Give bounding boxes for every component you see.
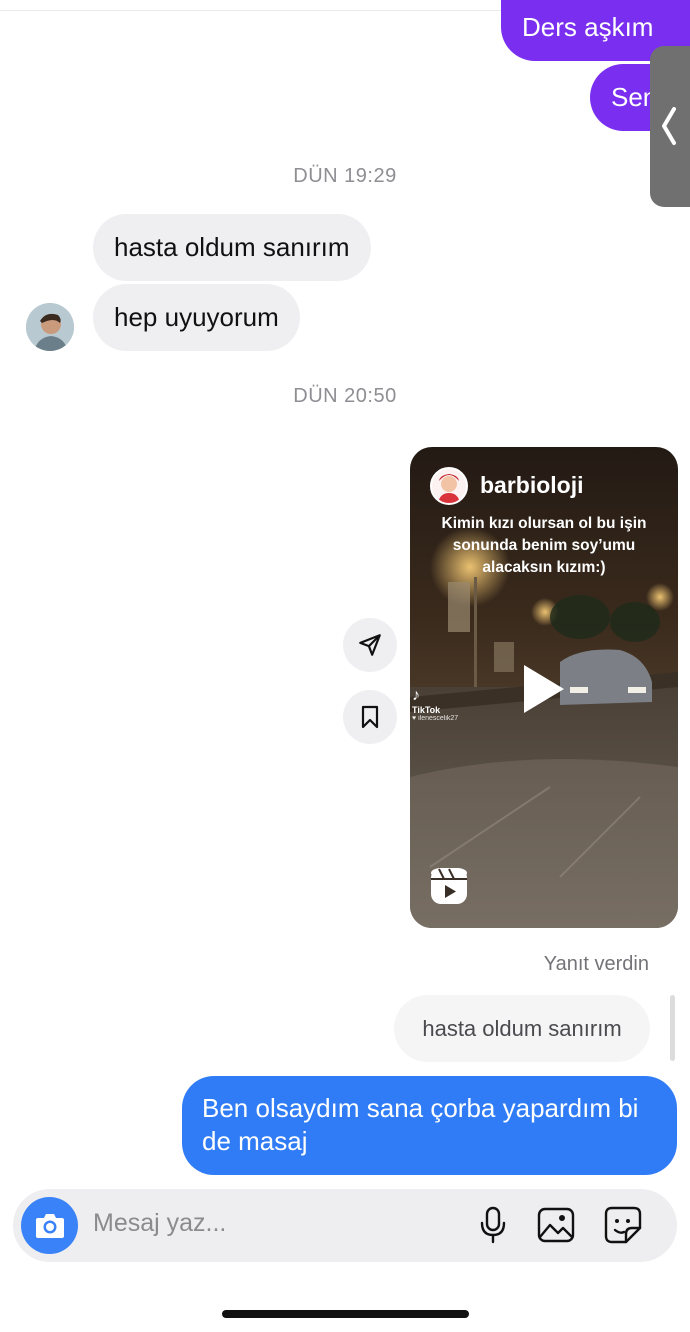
home-indicator[interactable] (222, 1310, 469, 1318)
replied-label: Yanıt verdin (543, 953, 649, 975)
incoming-message[interactable]: hasta oldum sanırım (93, 214, 371, 281)
sticker-icon (604, 1206, 642, 1244)
outgoing-reply-message[interactable]: Ben olsaydım sana çorba yapardım bi de m… (182, 1076, 677, 1175)
bookmark-icon (361, 705, 379, 729)
quote-bar (670, 995, 675, 1061)
gallery-icon (537, 1207, 575, 1243)
share-icon (359, 634, 381, 656)
reel-caption: Kimin kızı olursan ol bu işin sonunda be… (441, 515, 647, 576)
camera-button[interactable] (21, 1197, 78, 1254)
play-icon[interactable] (524, 665, 564, 713)
chevron-left-icon (662, 107, 676, 145)
microphone-button[interactable] (473, 1205, 513, 1245)
reels-icon (430, 867, 468, 910)
incoming-message[interactable]: hep uyuyorum (93, 284, 300, 351)
camera-icon (35, 1213, 64, 1238)
avatar[interactable] (26, 303, 74, 351)
sticker-button[interactable] (603, 1205, 643, 1245)
shared-reel[interactable]: barbioloji Kimin kızı olursan ol bu işin… (410, 447, 678, 928)
reel-author-avatar[interactable] (430, 467, 468, 505)
side-panel-handle[interactable] (650, 46, 690, 207)
message-input[interactable]: Mesaj yaz... (93, 1209, 226, 1238)
timestamp: DÜN 19:29 (293, 165, 397, 187)
gallery-button[interactable] (536, 1205, 576, 1245)
quoted-message[interactable]: hasta oldum sanırım (394, 995, 650, 1062)
timestamp: DÜN 20:50 (293, 385, 397, 407)
share-button[interactable] (343, 618, 397, 672)
tiktok-watermark: ♪ TikTok ♥ ilenescelik27 (412, 687, 459, 722)
message-composer: Mesaj yaz... (13, 1189, 677, 1262)
save-button[interactable] (343, 690, 397, 744)
microphone-icon (480, 1206, 506, 1244)
reel-username[interactable]: barbioloji (480, 472, 584, 499)
